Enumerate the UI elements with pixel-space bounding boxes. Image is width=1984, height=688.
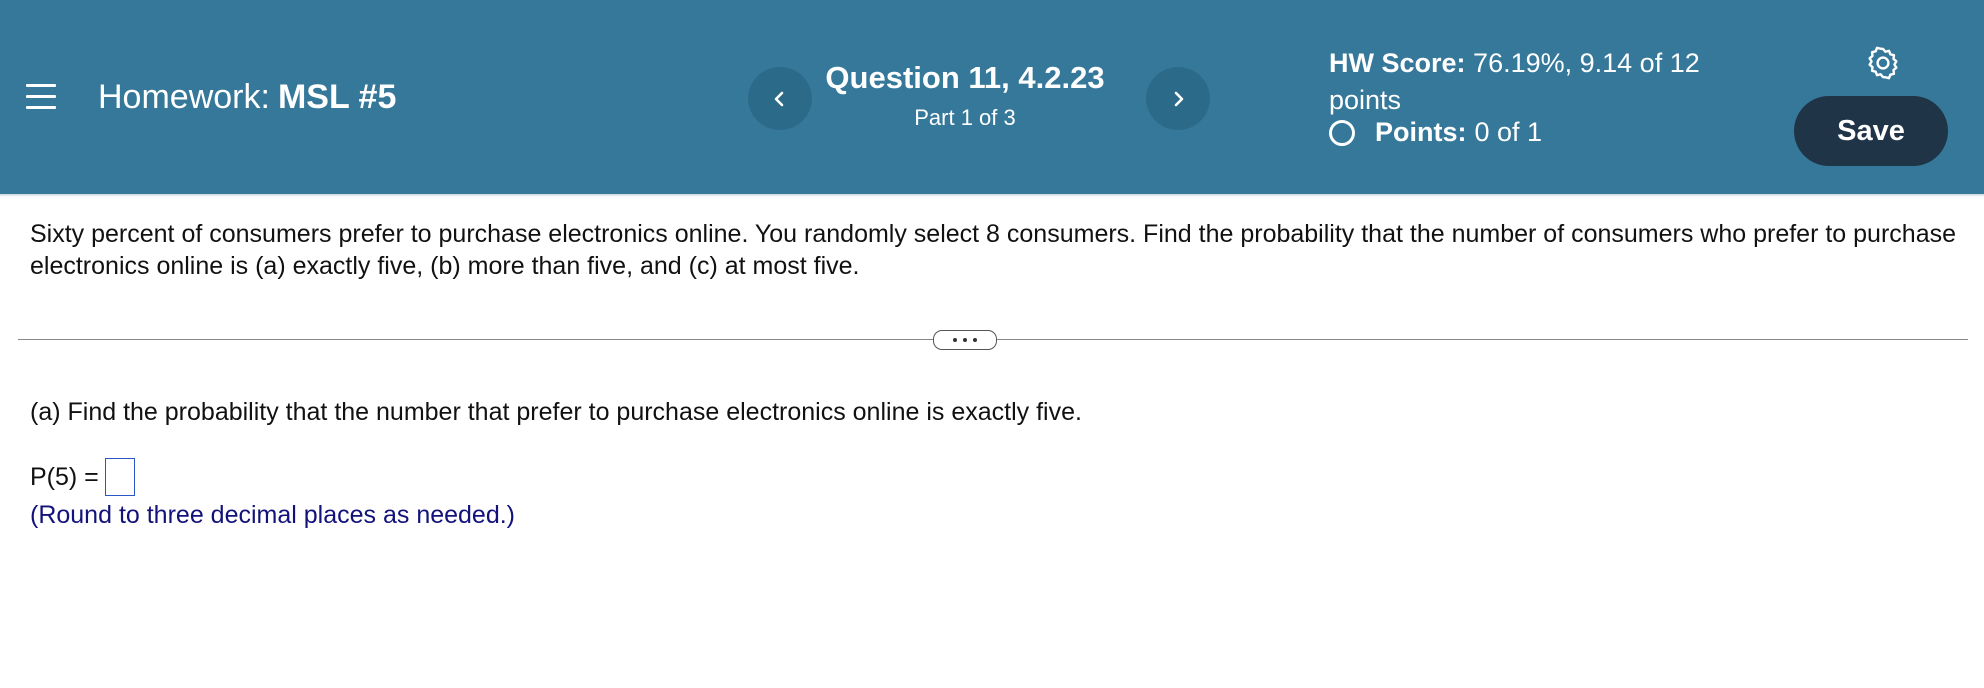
points-value: 0 of 1 (1474, 117, 1543, 147)
points-label: Points: (1375, 117, 1467, 147)
header-bar: Homework: MSL #5 Question 11, 4.2.23 Part… (0, 0, 1984, 194)
part-a-prompt: (a) Find the probability that the number… (30, 398, 1082, 426)
next-question-button[interactable] (1146, 67, 1210, 130)
homework-name: MSL #5 (277, 78, 397, 116)
homework-title: Homework: MSL #5 (98, 78, 396, 117)
chevron-right-icon (1174, 91, 1184, 107)
previous-question-button[interactable] (748, 67, 812, 130)
expand-handle[interactable] (933, 330, 997, 350)
points-status: Points: 0 of 1 (1329, 117, 1542, 148)
answer-label: P(5) = (30, 462, 99, 491)
hw-score: HW Score: 76.19%, 9.14 of 12 points (1329, 45, 1749, 119)
save-button[interactable]: Save (1794, 96, 1948, 166)
chevron-left-icon (774, 91, 784, 107)
header-shadow (0, 194, 1984, 197)
hw-score-label: HW Score: (1329, 48, 1466, 78)
gear-icon[interactable] (1865, 45, 1901, 81)
circle-icon (1329, 119, 1355, 146)
question-text: Sixty percent of consumers prefer to pur… (30, 220, 1957, 280)
question-title: Question 11, 4.2.23 (825, 60, 1105, 95)
rounding-hint: (Round to three decimal places as needed… (30, 501, 516, 529)
menu-icon[interactable] (26, 84, 56, 110)
answer-input[interactable] (104, 458, 135, 496)
answer-row: P(5) = (30, 458, 135, 496)
question-part: Part 1 of 3 (914, 105, 1016, 130)
ellipsis-icon (953, 338, 977, 342)
homework-label: Homework: (98, 78, 270, 116)
